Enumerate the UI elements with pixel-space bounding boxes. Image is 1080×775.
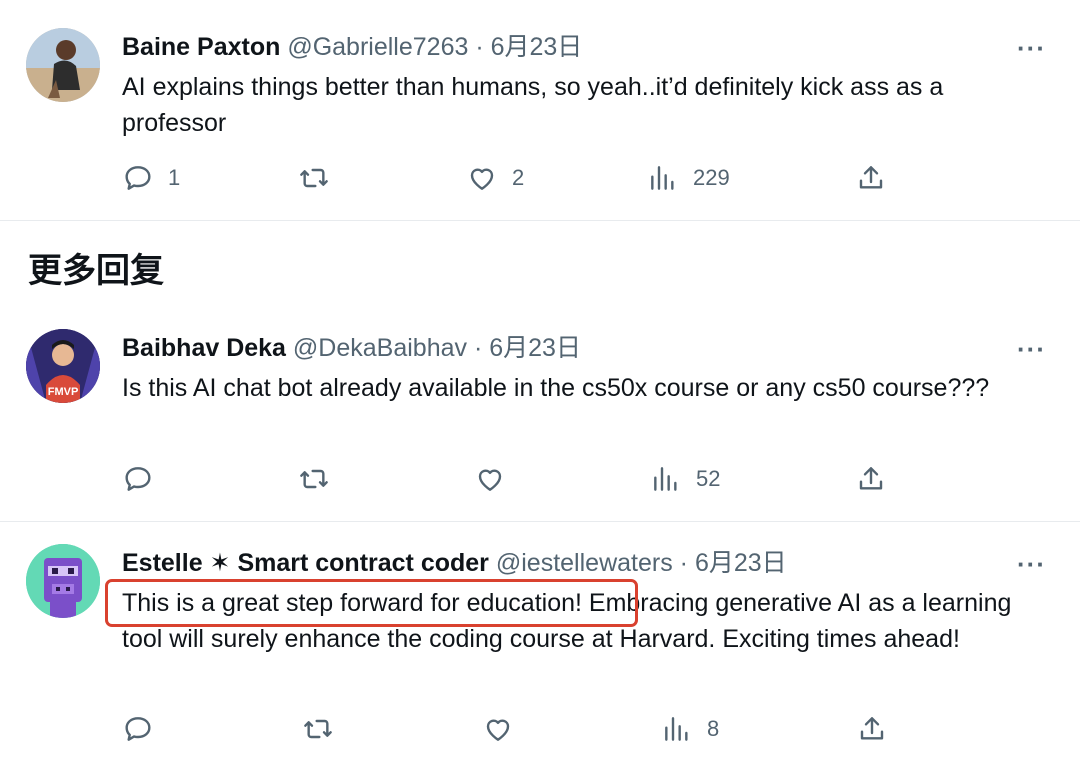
avatar-caption: FMVP bbox=[48, 386, 79, 398]
avatar[interactable]: FMVP bbox=[26, 329, 100, 403]
tweet-header: Estelle ✶ Smart contract coder @iestelle… bbox=[122, 547, 787, 579]
avatar[interactable] bbox=[26, 28, 100, 102]
tweet-header: Baibhav Deka @DekaBaibhav · 6月23日 bbox=[122, 332, 581, 364]
section-title: 更多回复 bbox=[28, 251, 164, 291]
views-icon bbox=[654, 467, 677, 491]
reply-icon bbox=[125, 467, 151, 491]
more-icon[interactable]: ··· bbox=[1017, 35, 1046, 61]
more-icon[interactable]: ··· bbox=[1017, 551, 1046, 577]
tweet-date[interactable]: · 6月23日 bbox=[680, 549, 787, 577]
like-icon bbox=[478, 469, 502, 491]
tweet-estelle[interactable]: Estelle ✶ Smart contract coder @iestelle… bbox=[0, 522, 1080, 775]
tweet-header: Baine Paxton @Gabrielle7263 · 6月23日 bbox=[122, 31, 582, 63]
views-icon bbox=[665, 717, 688, 741]
views-button[interactable]: 52 bbox=[650, 463, 720, 495]
author-handle[interactable]: @DekaBaibhav bbox=[293, 334, 467, 362]
avatar[interactable] bbox=[26, 544, 100, 618]
highlight-annotation-box bbox=[105, 579, 638, 627]
tweet-actions: 8 bbox=[0, 713, 1080, 753]
retweet-icon bbox=[304, 719, 332, 739]
tweet-actions: 1 2 229 bbox=[0, 162, 1080, 202]
reply-icon bbox=[125, 166, 151, 190]
share-button[interactable] bbox=[855, 463, 887, 495]
tweet-baibhav-deka[interactable]: FMVP Baibhav Deka @DekaBaibhav · 6月23日 ·… bbox=[0, 300, 1080, 520]
views-button[interactable]: 8 bbox=[661, 713, 719, 745]
tweet-actions: 52 bbox=[0, 463, 1080, 503]
views-count: 8 bbox=[707, 716, 720, 741]
author-handle[interactable]: @iestellewaters bbox=[496, 549, 673, 577]
reply-icon bbox=[125, 717, 151, 741]
like-button[interactable] bbox=[474, 463, 520, 495]
share-button[interactable] bbox=[856, 713, 888, 745]
like-icon bbox=[470, 168, 494, 190]
author-name[interactable]: Estelle ✶ Smart contract coder bbox=[122, 549, 489, 577]
views-icon bbox=[651, 166, 674, 190]
retweet-button[interactable] bbox=[302, 713, 348, 745]
tweet-date[interactable]: · 6月23日 bbox=[474, 334, 581, 362]
share-button[interactable] bbox=[855, 162, 887, 194]
retweet-button[interactable] bbox=[298, 463, 344, 495]
author-name[interactable]: Baine Paxton bbox=[122, 33, 280, 61]
reply-button[interactable]: 1 bbox=[122, 162, 180, 194]
divider bbox=[0, 220, 1080, 221]
like-icon bbox=[486, 719, 510, 741]
share-icon bbox=[859, 467, 883, 490]
share-icon bbox=[860, 717, 884, 740]
share-icon bbox=[859, 166, 883, 189]
tweet-text: Is this AI chat bot already available in… bbox=[122, 374, 990, 402]
reply-count: 1 bbox=[168, 165, 181, 190]
like-count: 2 bbox=[512, 165, 525, 190]
tweet-text: AI explains things better than humans, s… bbox=[122, 73, 944, 137]
reply-button[interactable] bbox=[122, 463, 168, 495]
author-handle[interactable]: @Gabrielle7263 bbox=[287, 33, 468, 61]
views-count: 229 bbox=[693, 165, 730, 190]
like-button[interactable] bbox=[482, 713, 528, 745]
views-button[interactable]: 229 bbox=[647, 162, 730, 194]
more-icon[interactable]: ··· bbox=[1017, 336, 1046, 362]
reply-button[interactable] bbox=[122, 713, 168, 745]
like-button[interactable]: 2 bbox=[466, 162, 524, 194]
retweet-icon bbox=[300, 168, 328, 188]
retweet-button[interactable] bbox=[298, 162, 344, 194]
author-name[interactable]: Baibhav Deka bbox=[122, 334, 286, 362]
tweet-date[interactable]: · 6月23日 bbox=[475, 33, 582, 61]
retweet-icon bbox=[300, 469, 328, 489]
views-count: 52 bbox=[696, 466, 721, 491]
tweet-baine-paxton[interactable]: Baine Paxton @Gabrielle7263 · 6月23日 ··· … bbox=[0, 0, 1080, 220]
